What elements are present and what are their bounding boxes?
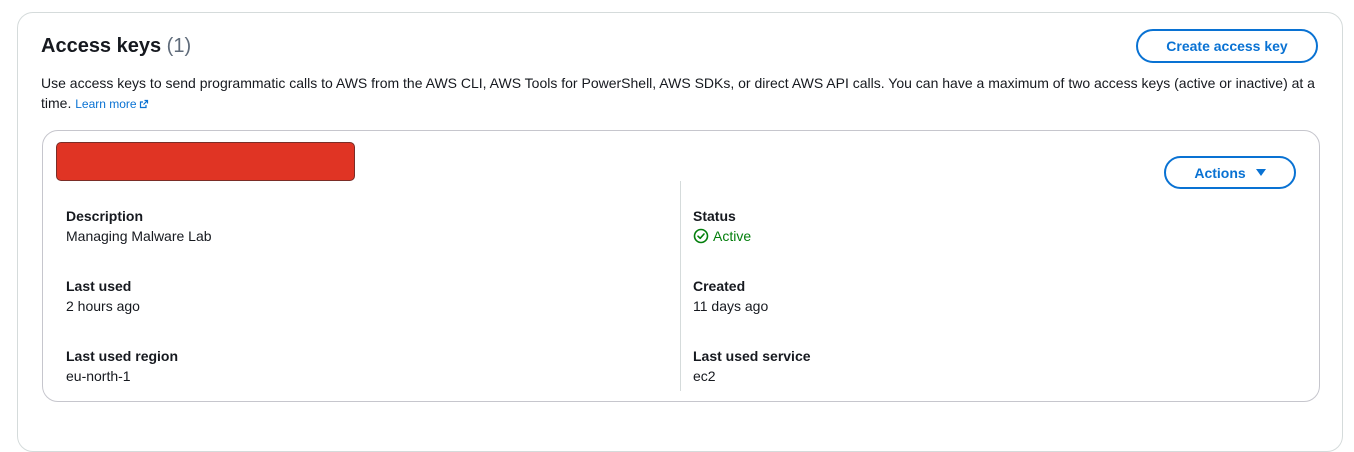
create-access-key-button[interactable]: Create access key: [1136, 29, 1318, 63]
field-created: Created 11 days ago: [693, 276, 768, 316]
column-divider: [680, 181, 681, 391]
field-last-used-region: Last used region eu-north-1: [66, 346, 178, 386]
field-description: Description Managing Malware Lab: [66, 206, 212, 246]
status-text: Active: [713, 228, 752, 244]
field-last-used: Last used 2 hours ago: [66, 276, 140, 316]
field-label: Last used service: [693, 348, 811, 364]
field-value: ec2: [693, 368, 716, 384]
panel-title: Access keys (1): [41, 35, 191, 58]
field-value: 11 days ago: [693, 298, 769, 314]
panel-description: Use access keys to send programmatic cal…: [41, 73, 1316, 114]
field-value: Managing Malware Lab: [66, 228, 212, 244]
field-label: Created: [693, 278, 746, 294]
redacted-access-key-id: [56, 142, 355, 181]
actions-dropdown-button[interactable]: Actions: [1164, 156, 1296, 189]
field-label: Last used: [66, 278, 132, 294]
field-value: 2 hours ago: [66, 298, 140, 314]
actions-label: Actions: [1194, 164, 1246, 181]
learn-more-link[interactable]: Learn more: [75, 97, 148, 111]
field-label: Status: [693, 208, 736, 224]
field-label: Description: [66, 208, 144, 224]
panel-description-text: Use access keys to send programmatic cal…: [41, 75, 1315, 111]
access-key-card: Actions Description Managing Malware Lab…: [42, 130, 1320, 402]
field-value: eu-north-1: [66, 368, 131, 384]
field-label: Last used region: [66, 348, 179, 364]
field-last-used-service: Last used service ec2: [693, 346, 811, 386]
status-badge: Active: [693, 226, 751, 246]
access-key-count: (1): [166, 35, 192, 57]
check-circle-icon: [693, 228, 709, 244]
external-link-icon: [139, 99, 148, 109]
field-status: Status Active: [693, 206, 751, 246]
caret-down-icon: [1255, 169, 1266, 176]
access-keys-panel: Access keys (1) Create access key Use ac…: [17, 12, 1343, 452]
learn-more-label: Learn more: [75, 97, 137, 111]
panel-title-text: Access keys: [41, 35, 162, 57]
